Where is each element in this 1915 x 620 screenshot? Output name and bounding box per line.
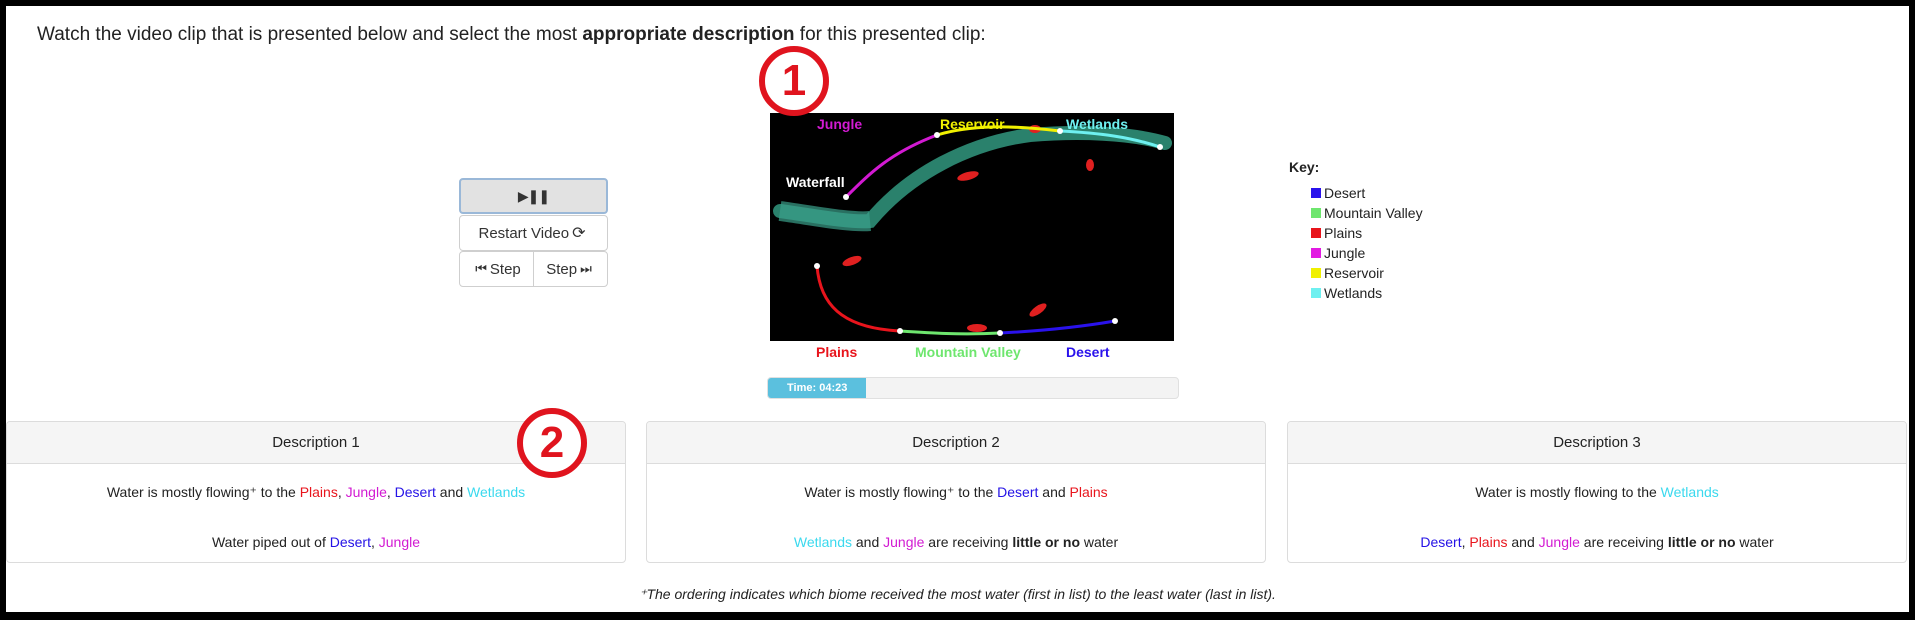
text: Water is mostly flowing⁺ to the [804, 484, 998, 500]
step-back-label: Step [489, 260, 521, 278]
biome-plains: Plains [1069, 484, 1108, 500]
text: and [851, 534, 884, 550]
restart-label: Restart Video [478, 224, 570, 242]
instruction-text: Watch the video clip that is presented b… [37, 24, 986, 46]
restart-video-button[interactable]: Restart Video ⟳ [459, 215, 608, 251]
description-3-title: Description 3 [1288, 422, 1906, 464]
key-item-desert: Desert [1311, 183, 1423, 203]
description-3-line-1: Water is mostly flowing to the Wetlands [1288, 484, 1906, 500]
video-frame[interactable] [770, 113, 1174, 341]
text: , [386, 484, 395, 500]
text: and [1038, 484, 1070, 500]
description-2-line-1: Water is mostly flowing⁺ to the Desert a… [647, 484, 1265, 501]
key-swatch [1311, 208, 1321, 218]
instruction-prefix: Watch the video clip that is presented b… [37, 24, 583, 45]
biome-plains: Plains [299, 484, 338, 500]
video-label-mountain-valley: Mountain Valley [915, 344, 1021, 360]
footnote: ⁺The ordering indicates which biome rece… [639, 586, 1276, 602]
key-item-jungle: Jungle [1311, 243, 1423, 263]
time-progress-bar: Time: 04:23 [767, 377, 1179, 399]
step-forward-icon: ⏭ [580, 261, 592, 276]
text: and [1507, 534, 1539, 550]
video-label-waterfall: Waterfall [786, 174, 845, 190]
video-label-jungle: Jungle [817, 116, 863, 132]
description-2-line-2: Wetlands and Jungle are receiving little… [647, 534, 1265, 550]
time-label: Time: 04:23 [787, 382, 848, 394]
key-label: Mountain Valley [1324, 205, 1423, 221]
text: Water piped out of [211, 534, 330, 550]
description-1-line-1: Water is mostly flowing⁺ to the Plains, … [7, 484, 625, 501]
play-pause-icon: ▶❚❚ [517, 187, 550, 204]
step-forward-label: Step [546, 260, 578, 278]
biome-desert: Desert [1420, 534, 1462, 550]
step-back-icon: ⏮ [475, 261, 487, 276]
biome-jungle: Jungle [345, 484, 387, 500]
key-label: Wetlands [1324, 285, 1383, 301]
callout-1: 1 [759, 46, 829, 116]
key-title: Key: [1289, 159, 1320, 175]
text: are receiving [1579, 534, 1668, 550]
biome-jungle: Jungle [1538, 534, 1580, 550]
text: are receiving [924, 534, 1013, 550]
key-label: Desert [1324, 185, 1366, 201]
text: , [337, 484, 346, 500]
biome-wetlands: Wetlands [793, 534, 852, 550]
text: and [435, 484, 468, 500]
instruction-suffix: for this presented clip: [794, 24, 986, 45]
biome-desert: Desert [997, 484, 1039, 500]
video-label-reservoir: Reservoir [940, 116, 1005, 132]
key-swatch [1311, 288, 1321, 298]
text: Water is mostly flowing⁺ to the [106, 484, 300, 500]
biome-desert: Desert [329, 534, 371, 550]
description-3-line-2: Desert, Plains and Jungle are receiving … [1288, 534, 1906, 550]
video-label-wetlands: Wetlands [1066, 116, 1128, 132]
description-2-title: Description 2 [647, 422, 1265, 464]
key-item-mountain-valley: Mountain Valley [1311, 203, 1423, 223]
key-swatch [1311, 268, 1321, 278]
key-item-reservoir: Reservoir [1311, 263, 1423, 283]
biome-jungle: Jungle [378, 534, 421, 550]
description-1-line-2: Water piped out of Desert, Jungle [7, 534, 625, 550]
key-swatch [1311, 228, 1321, 238]
description-3-panel[interactable]: Description 3 Water is mostly flowing to… [1287, 421, 1907, 563]
biome-wetlands: Wetlands [467, 484, 526, 500]
page: Watch the video clip that is presented b… [6, 6, 1909, 612]
key-label: Plains [1324, 225, 1363, 241]
emphasis: little or no [1667, 534, 1736, 550]
video-label-plains: Plains [816, 344, 858, 360]
step-forward-button[interactable]: Step ⏭ [533, 251, 608, 287]
key-item-plains: Plains [1311, 223, 1423, 243]
text: , [370, 534, 379, 550]
key-swatch [1311, 248, 1321, 258]
video-canvas [770, 113, 1174, 341]
time-progress-fill: Time: 04:23 [768, 378, 867, 398]
step-back-button[interactable]: ⏮ Step [459, 251, 534, 287]
description-2-panel[interactable]: Description 2 Water is mostly flowing⁺ t… [646, 421, 1266, 563]
text: Water is mostly flowing to the [1475, 484, 1661, 500]
biome-wetlands: Wetlands [1660, 484, 1719, 500]
play-pause-button[interactable]: ▶❚❚ [459, 178, 608, 214]
biome-desert: Desert [394, 484, 436, 500]
key-legend: Key: Desert Mountain Valley Plains Jungl… [1289, 159, 1423, 303]
biome-jungle: Jungle [883, 534, 925, 550]
video-label-desert: Desert [1066, 344, 1110, 360]
callout-2: 2 [517, 408, 587, 478]
text: water [1735, 534, 1774, 550]
instruction-bold: appropriate description [582, 24, 795, 45]
key-label: Reservoir [1324, 265, 1384, 281]
key-label: Jungle [1324, 245, 1366, 261]
refresh-icon: ⟳ [572, 225, 586, 242]
key-item-wetlands: Wetlands [1311, 283, 1423, 303]
emphasis: little or no [1012, 534, 1080, 550]
text: water [1080, 534, 1119, 550]
biome-plains: Plains [1469, 534, 1508, 550]
key-swatch [1311, 188, 1321, 198]
